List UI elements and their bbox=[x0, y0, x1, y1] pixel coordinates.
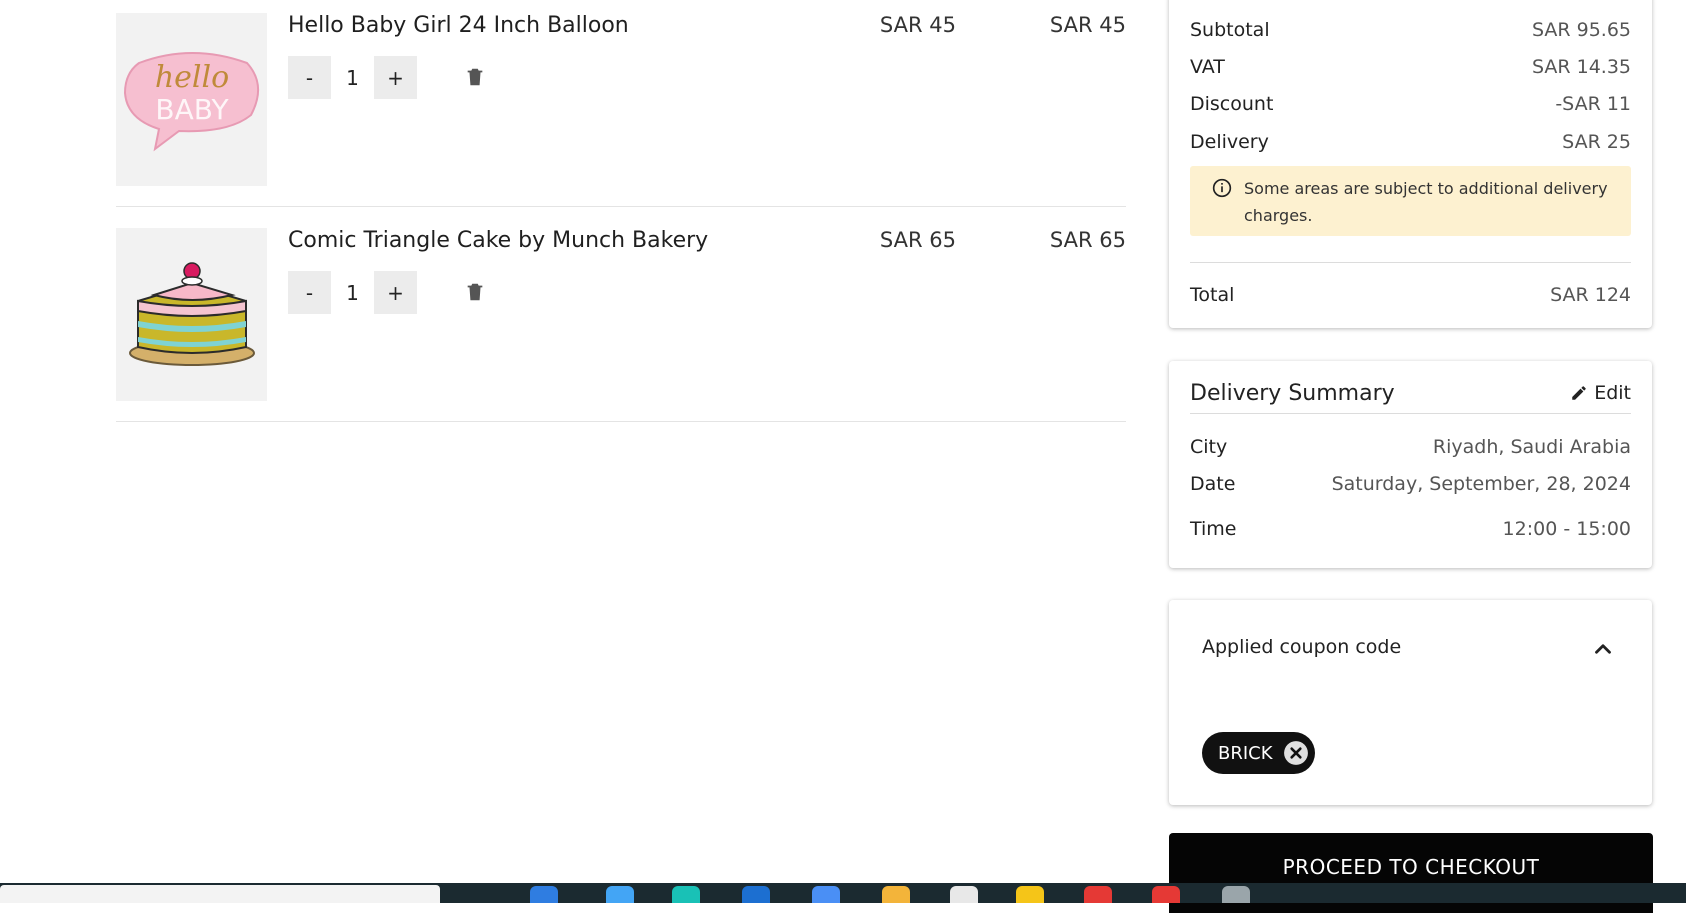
total-row: Total SAR 124 bbox=[1190, 284, 1631, 306]
product-name[interactable]: Hello Baby Girl 24 Inch Balloon bbox=[288, 13, 629, 38]
taskbar-app-icon[interactable] bbox=[950, 886, 978, 903]
coupon-card: Applied coupon code BRICK bbox=[1169, 600, 1652, 805]
date-label: Date bbox=[1190, 473, 1236, 495]
taskbar-app-icon[interactable] bbox=[812, 886, 840, 903]
subtotal-value: SAR 95.65 bbox=[1531, 19, 1631, 41]
delivery-row: Delivery SAR 25 bbox=[1190, 131, 1631, 153]
time-row: Time 12:00 - 15:00 bbox=[1190, 518, 1631, 540]
subtotal-label: Subtotal bbox=[1190, 19, 1270, 41]
delivery-summary-card: Delivery Summary Edit City Riyadh, Saudi… bbox=[1169, 361, 1652, 568]
taskbar-app-icon[interactable] bbox=[1152, 886, 1180, 903]
unit-price: SAR 65 bbox=[879, 228, 956, 252]
product-image-balloon[interactable]: hello BABY bbox=[116, 13, 267, 186]
delivery-value: SAR 25 bbox=[1562, 131, 1631, 153]
time-value: 12:00 - 15:00 bbox=[1502, 518, 1631, 540]
discount-row: Discount -SAR 11 bbox=[1190, 93, 1631, 115]
taskbar-app-icon[interactable] bbox=[1222, 886, 1250, 903]
line-total: SAR 45 bbox=[1049, 13, 1126, 37]
quantity-value: 1 bbox=[346, 280, 359, 305]
taskbar-app-icon[interactable] bbox=[672, 886, 700, 903]
order-summary-card: Subtotal SAR 95.65 VAT SAR 14.35 Discoun… bbox=[1169, 0, 1652, 328]
discount-value: -SAR 11 bbox=[1555, 93, 1631, 115]
discount-label: Discount bbox=[1190, 93, 1274, 115]
taskbar-app-icon[interactable] bbox=[742, 886, 770, 903]
chevron-up-icon[interactable] bbox=[1590, 636, 1616, 662]
delivery-divider bbox=[1190, 413, 1631, 414]
vat-value: SAR 14.35 bbox=[1531, 56, 1631, 78]
taskbar-app-icon[interactable] bbox=[882, 886, 910, 903]
taskbar-search-box[interactable] bbox=[0, 885, 440, 903]
vat-label: VAT bbox=[1190, 56, 1225, 78]
cart-item: hello BABY Hello Baby Girl 24 Inch Ballo… bbox=[116, 0, 1126, 207]
svg-text:hello: hello bbox=[154, 60, 228, 95]
time-label: Time bbox=[1190, 518, 1237, 540]
taskbar-app-icon[interactable] bbox=[606, 886, 634, 903]
coupon-code: BRICK bbox=[1218, 742, 1273, 764]
city-row: City Riyadh, Saudi Arabia bbox=[1190, 436, 1631, 458]
svg-text:BABY: BABY bbox=[155, 93, 229, 126]
edit-delivery-button[interactable]: Edit bbox=[1570, 382, 1631, 404]
taskbar-app-icon[interactable] bbox=[1084, 886, 1112, 903]
product-name[interactable]: Comic Triangle Cake by Munch Bakery bbox=[288, 228, 708, 253]
date-value: Saturday, September, 28, 2024 bbox=[1331, 473, 1631, 495]
delivery-notice: Some areas are subject to additional del… bbox=[1190, 166, 1631, 236]
product-image-cake[interactable] bbox=[116, 228, 267, 401]
subtotal-row: Subtotal SAR 95.65 bbox=[1190, 19, 1631, 41]
cart-item: Comic Triangle Cake by Munch Bakery SAR … bbox=[116, 215, 1126, 422]
date-row: Date Saturday, September, 28, 2024 bbox=[1190, 473, 1631, 495]
coupon-chip: BRICK bbox=[1202, 732, 1315, 774]
delivery-label: Delivery bbox=[1190, 131, 1269, 153]
city-value: Riyadh, Saudi Arabia bbox=[1432, 436, 1631, 458]
coupon-title[interactable]: Applied coupon code bbox=[1202, 636, 1401, 658]
increase-quantity-button[interactable]: + bbox=[374, 271, 417, 314]
taskbar-app-icon[interactable] bbox=[1016, 886, 1044, 903]
quantity-value: 1 bbox=[346, 65, 359, 90]
taskbar-app-icon[interactable] bbox=[530, 886, 558, 903]
os-taskbar bbox=[0, 883, 1686, 903]
unit-price: SAR 45 bbox=[879, 13, 956, 37]
city-label: City bbox=[1190, 436, 1228, 458]
line-total: SAR 65 bbox=[1049, 228, 1126, 252]
info-icon bbox=[1212, 178, 1232, 198]
trash-icon[interactable] bbox=[464, 66, 486, 88]
notice-text: Some areas are subject to additional del… bbox=[1244, 179, 1608, 225]
edit-label: Edit bbox=[1594, 382, 1631, 404]
summary-divider bbox=[1190, 262, 1631, 263]
decrease-quantity-button[interactable]: - bbox=[288, 56, 331, 99]
decrease-quantity-button[interactable]: - bbox=[288, 271, 331, 314]
cake-illustration bbox=[128, 261, 255, 366]
remove-coupon-icon[interactable] bbox=[1283, 740, 1309, 766]
total-label: Total bbox=[1190, 284, 1235, 306]
delivery-summary-title: Delivery Summary bbox=[1190, 381, 1395, 406]
pencil-icon bbox=[1572, 386, 1586, 400]
balloon-illustration: hello BABY bbox=[123, 51, 259, 151]
total-value: SAR 124 bbox=[1550, 284, 1631, 306]
vat-row: VAT SAR 14.35 bbox=[1190, 56, 1631, 78]
trash-icon[interactable] bbox=[464, 281, 486, 303]
increase-quantity-button[interactable]: + bbox=[374, 56, 417, 99]
